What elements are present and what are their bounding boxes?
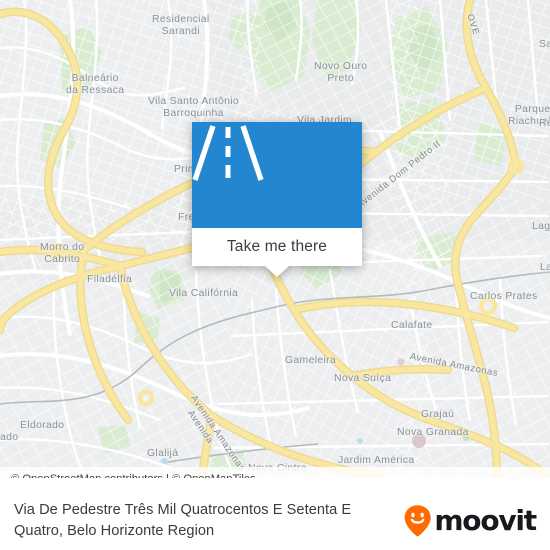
moovit-logo[interactable]: moovit — [403, 503, 537, 537]
bottom-bar: Via De Pedestre Três Mil Quatrocentos E … — [0, 491, 550, 550]
map-page: Residencial Sarandi Novo Ouro Preto Balneá… — [0, 0, 550, 550]
road-icon — [192, 125, 264, 181]
take-me-there-label: Take me there — [226, 238, 328, 255]
page-title: Via De Pedestre Três Mil Quatrocentos E … — [14, 501, 352, 539]
moovit-wordmark: moovit — [434, 503, 537, 537]
moovit-smiley-pin-icon — [404, 505, 432, 537]
popup-image-header — [192, 122, 362, 228]
destination-popup[interactable]: Take me there — [192, 122, 362, 277]
map-canvas[interactable]: Residencial Sarandi Novo Ouro Preto Balneá… — [0, 0, 550, 478]
attribution-text: © OpenStreetMap contributors | © OpenMap… — [0, 473, 256, 478]
map-attribution: © OpenStreetMap contributors | © OpenMap… — [0, 467, 550, 478]
popup-pointer — [265, 266, 289, 277]
take-me-there-button[interactable]: Take me there — [192, 228, 362, 266]
